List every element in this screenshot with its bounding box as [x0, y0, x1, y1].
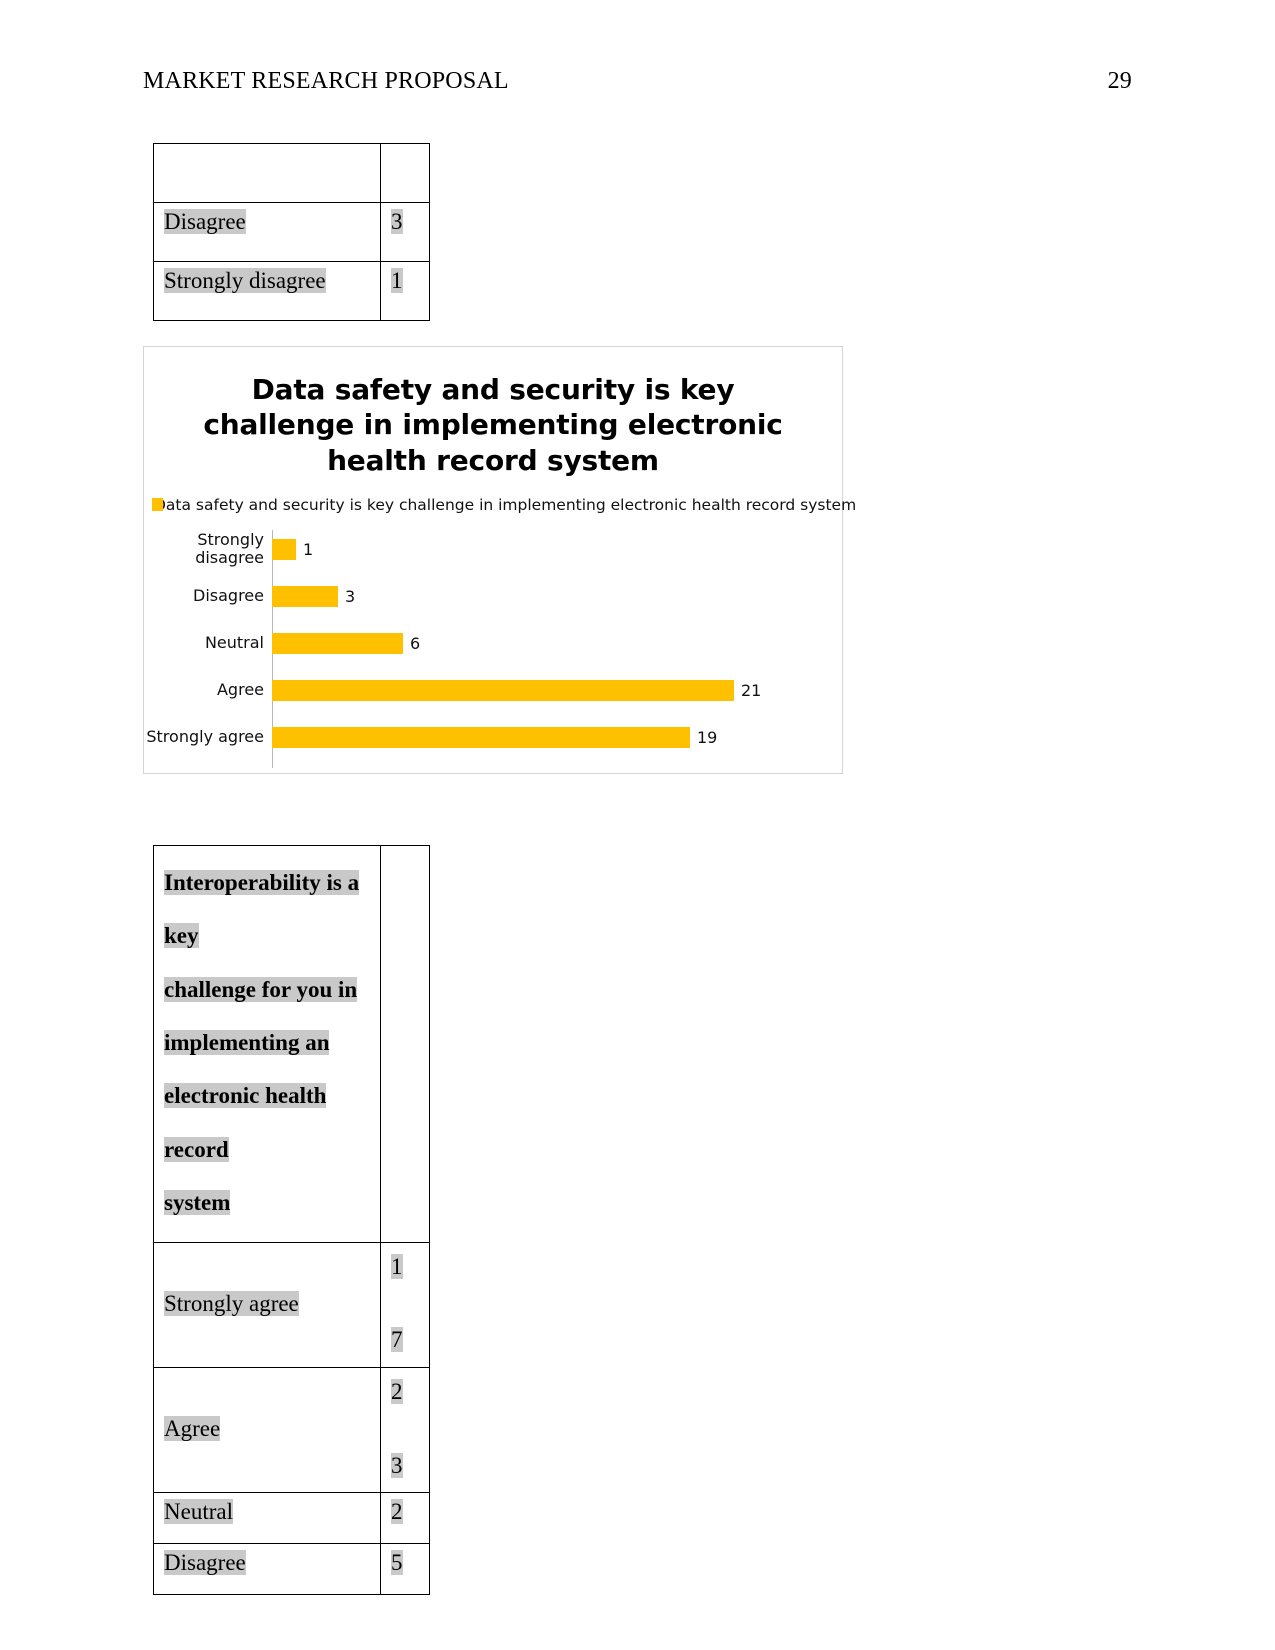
- chart-plot-area: Strongly disagree 1 Disagree 3 Neutral 6…: [144, 526, 842, 770]
- table-row: Neutral 2: [153, 1492, 430, 1545]
- running-head-title: MARKET RESEARCH PROPOSAL: [143, 68, 509, 94]
- table-cell-empty-label: [153, 143, 381, 203]
- table-row: Disagree 3: [153, 202, 430, 262]
- question-line: implementing an: [164, 1030, 330, 1056]
- table-cell-value: 1: [380, 261, 430, 321]
- value-digit: 2: [391, 1378, 403, 1404]
- chart-bar: [272, 632, 403, 654]
- chart-category-label: Strongly disagree: [144, 531, 268, 567]
- chart-bar-value: 21: [741, 680, 762, 700]
- chart-category-label: Agree: [144, 681, 268, 699]
- value-digit: 7: [391, 1327, 403, 1353]
- chart-bar-area: 21: [268, 667, 842, 714]
- chart-legend: Data safety and security is key challeng…: [152, 496, 856, 514]
- chart-title-line: health record system: [327, 443, 659, 477]
- chart-title-line: challenge in implementing electronic: [203, 408, 783, 442]
- chart-category-label-line: disagree: [195, 548, 264, 568]
- table-row: Agree 2 3: [153, 1366, 430, 1494]
- chart-bar-value: 6: [410, 633, 421, 653]
- chart-bar-value: 1: [303, 539, 314, 559]
- chart-bar-area: 6: [268, 620, 842, 667]
- chart-bar-area: 3: [268, 573, 842, 620]
- chart-bar-area: 19: [268, 714, 842, 761]
- table-cell-value: 3: [380, 202, 430, 262]
- page-header: MARKET RESEARCH PROPOSAL 29: [143, 68, 1132, 95]
- chart-category-label-line: Neutral: [204, 633, 264, 653]
- chart-bar-value: 19: [697, 727, 718, 747]
- chart-bar: [272, 726, 690, 748]
- table-cell-label: Strongly agree: [153, 1241, 381, 1368]
- chart-bar-row: Disagree 3: [144, 573, 842, 620]
- value-digit: 3: [391, 1452, 403, 1478]
- table-row: Disagree 5: [153, 1543, 430, 1596]
- chart-title: Data safety and security is key challeng…: [184, 372, 802, 478]
- table-cell-empty-value: [380, 143, 430, 203]
- table-cell-value: 2: [380, 1492, 430, 1545]
- table-cell-label: Disagree: [153, 1543, 381, 1596]
- table-cell-label: Agree: [153, 1366, 381, 1494]
- table-cell-value: 2 3: [380, 1366, 430, 1494]
- question-line: challenge for you in: [164, 976, 358, 1002]
- bar-chart: Data safety and security is key challeng…: [143, 346, 856, 774]
- table-cell-label: Strongly disagree: [153, 261, 381, 321]
- table-cell-value: 1 7: [380, 1241, 430, 1368]
- chart-category-label-line: Disagree: [193, 586, 264, 606]
- table-cell-value: 5: [380, 1543, 430, 1596]
- chart-bar-row: Strongly agree 19: [144, 714, 842, 761]
- table-row-question: Interoperability is a key challenge for …: [153, 845, 430, 1243]
- table-cell-label: Disagree: [153, 202, 381, 262]
- response-table-top: Disagree 3 Strongly disagree 1: [153, 143, 430, 321]
- chart-category-label: Disagree: [144, 587, 268, 605]
- legend-label: Data safety and security is key challeng…: [154, 495, 857, 514]
- question-line: Interoperability is a key: [164, 870, 360, 949]
- table-cell-question: Interoperability is a key challenge for …: [153, 845, 381, 1243]
- chart-bar-row: Agree 21: [144, 667, 842, 714]
- chart-category-label: Neutral: [144, 634, 268, 652]
- chart-category-label-line: Agree: [216, 680, 264, 700]
- question-line: system: [164, 1190, 231, 1216]
- chart-title-line: Data safety and security is key: [251, 373, 735, 406]
- response-table-bottom: Interoperability is a key challenge for …: [153, 845, 430, 1596]
- legend-swatch-icon: [152, 498, 163, 512]
- chart-category-label-line: Strongly: [197, 530, 264, 550]
- table-row: [153, 143, 430, 203]
- table-row: Strongly agree 1 7: [153, 1241, 430, 1368]
- table-cell-label: Neutral: [153, 1492, 381, 1545]
- chart-bar-row: Neutral 6: [144, 620, 842, 667]
- chart-bar-value: 3: [345, 586, 356, 606]
- page-number: 29: [1107, 68, 1132, 94]
- table-cell-question-value: [380, 845, 430, 1243]
- value-digit: 1: [391, 1253, 403, 1279]
- chart-category-label: Strongly agree: [144, 728, 268, 746]
- chart-bar-area: 1: [268, 526, 842, 573]
- chart-category-label-line: Strongly agree: [146, 727, 264, 747]
- chart-bar-row: Strongly disagree 1: [144, 526, 842, 573]
- table-row: Strongly disagree 1: [153, 261, 430, 321]
- chart-bar: [272, 585, 338, 607]
- question-line: electronic health record: [164, 1083, 327, 1162]
- chart-bar: [272, 538, 296, 560]
- chart-bar: [272, 679, 734, 701]
